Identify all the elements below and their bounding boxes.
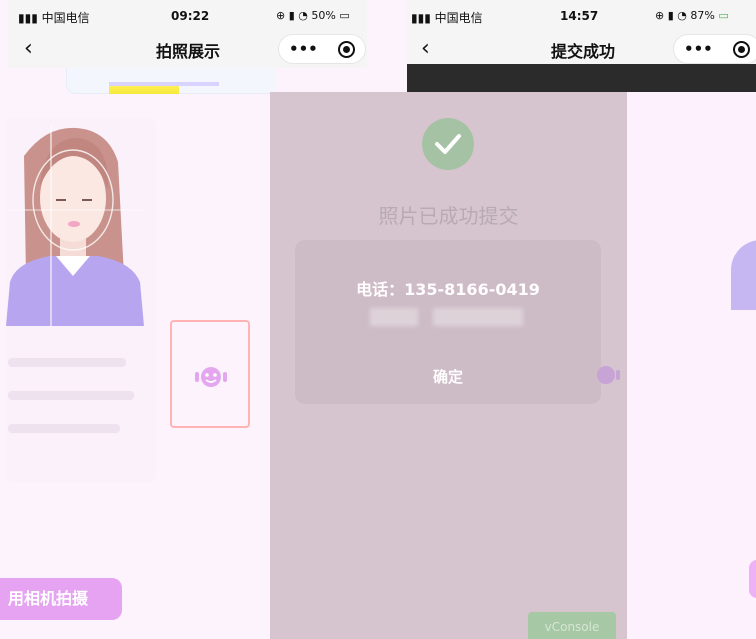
mid-phone-header: ▮▮▮ 中国电信 14:57 ⊕ ▮ ◔ 87% ▭ ‹ 提交成功 ••• <box>407 0 756 64</box>
page-title: 拍照展示 <box>156 42 221 61</box>
contact-dialog: 电话：135-8166-0419 确定 <box>295 240 601 404</box>
mid-navbar: ‹ 提交成功 ••• <box>407 32 756 68</box>
left-navbar: ‹ 拍照展示 ••• <box>8 32 367 68</box>
mini-program-capsule: ••• <box>278 34 366 64</box>
contact-phone: 电话：135-8166-0419 <box>356 280 540 299</box>
right-phone-content <box>627 92 756 639</box>
close-icon[interactable] <box>733 41 750 58</box>
confirm-button[interactable]: 确定 <box>295 366 601 387</box>
mid-battery: ⊕ ▮ ◔ 87% ▭ <box>655 9 729 22</box>
left-battery: ⊕ ▮ ◔ 50% ▭ <box>276 9 350 22</box>
thumbnail-highlight <box>109 86 179 94</box>
more-icon[interactable]: ••• <box>684 40 713 58</box>
face-scan-button[interactable] <box>170 320 250 428</box>
portrait-illustration-icon <box>731 240 756 310</box>
left-phone-content: 用相机拍摄 <box>0 68 275 639</box>
close-icon[interactable] <box>338 41 355 58</box>
left-carrier: ▮▮▮ 中国电信 <box>18 11 90 25</box>
success-title: 照片已成功提交 <box>378 204 519 228</box>
collage-stage: ▮▮▮ 中国电信 09:22 ⊕ ▮ ◔ 50% ▭ ‹ 拍照展示 ••• 用相… <box>0 0 756 639</box>
signal-icon: ▮▮▮ <box>18 11 42 25</box>
camera-button-partial[interactable] <box>749 560 756 598</box>
status-icons: ⊕ ▮ ◔ <box>655 9 691 22</box>
submit-success-overlay: 照片已成功提交 电话：135-8166-0419 确定 vConsole <box>270 92 627 639</box>
face-scan-icon <box>597 366 620 384</box>
mid-status-bar: ▮▮▮ 中国电信 14:57 ⊕ ▮ ◔ 87% ▭ <box>407 0 756 32</box>
page-title: 提交成功 <box>551 42 616 61</box>
blurred-text <box>370 308 418 326</box>
left-status-bar: ▮▮▮ 中国电信 09:22 ⊕ ▮ ◔ 50% ▭ <box>8 0 367 32</box>
success-check-icon <box>422 118 474 170</box>
guide-instructions-blurred <box>8 358 143 457</box>
mid-time: 14:57 <box>560 9 599 23</box>
battery-icon: ▭ <box>718 9 729 22</box>
mini-program-capsule: ••• <box>673 34 756 64</box>
check-icon <box>435 134 461 154</box>
back-icon[interactable]: ‹ <box>421 36 430 61</box>
more-icon[interactable]: ••• <box>289 40 318 58</box>
photo-thumbnail <box>66 68 275 94</box>
left-phone-header: ▮▮▮ 中国电信 09:22 ⊕ ▮ ◔ 50% ▭ ‹ 拍照展示 ••• <box>8 0 367 68</box>
left-time: 09:22 <box>171 9 210 23</box>
mid-carrier: ▮▮▮ 中国电信 <box>411 11 483 25</box>
use-camera-button[interactable]: 用相机拍摄 <box>0 578 122 620</box>
blurred-text <box>433 308 523 326</box>
face-scan-icon <box>195 367 227 387</box>
back-icon[interactable]: ‹ <box>24 36 33 61</box>
battery-icon: ▭ <box>339 9 350 22</box>
status-icons: ⊕ ▮ ◔ <box>276 9 312 22</box>
signal-icon: ▮▮▮ <box>411 11 435 25</box>
mid-header-shadow <box>407 64 756 92</box>
portrait-illustration-icon <box>6 126 144 326</box>
vconsole-button[interactable]: vConsole <box>528 612 616 639</box>
